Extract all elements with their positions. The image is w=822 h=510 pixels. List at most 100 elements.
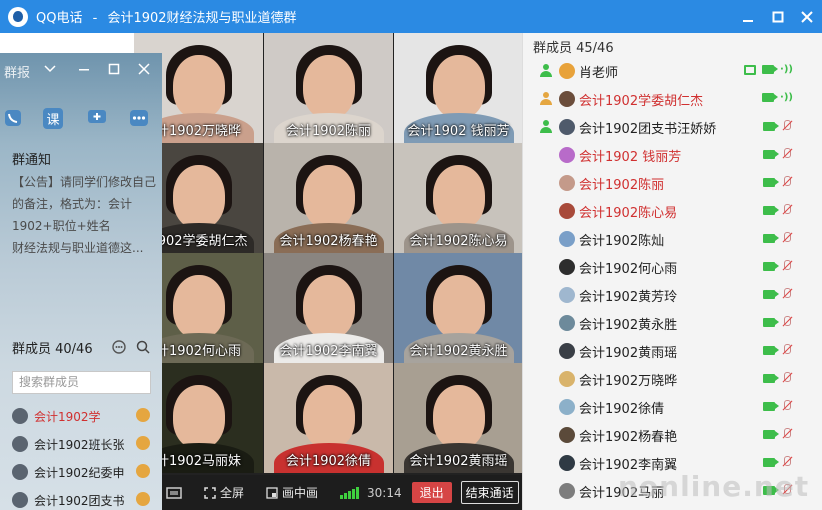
panel-maximize-icon[interactable] xyxy=(108,63,120,78)
participant-face xyxy=(302,385,355,449)
chevron-down-icon[interactable] xyxy=(44,63,56,77)
mic-muted-icon xyxy=(781,176,793,188)
camera-on-icon xyxy=(763,149,779,159)
picture-in-picture-button[interactable]: 画中画 xyxy=(266,484,318,501)
video-tile[interactable]: 会计1902黄永胜 xyxy=(394,253,523,363)
avatar xyxy=(559,399,575,415)
avatar xyxy=(559,315,575,331)
video-tile[interactable]: 会计1902陈心易 xyxy=(394,143,523,253)
member-row[interactable]: 会计1902万晓晔 xyxy=(523,365,822,393)
video-tile[interactable]: 会计1902黄雨瑶 xyxy=(394,363,523,473)
fullscreen-label: 全屏 xyxy=(220,486,245,500)
panel-minimize-icon[interactable] xyxy=(78,63,90,78)
group-notice-body[interactable]: 【公告】请同学们修改自己 的备注，格式为：会计 1902+职位+姓名 财经法规与… xyxy=(12,171,158,259)
group-info-panel: 群报 课 群通知 【公告】请同学们修改自己 的备注，格式为：会计 1902+职位… xyxy=(0,53,162,510)
notice-line: 1902+职位+姓名 xyxy=(12,219,111,233)
member-row[interactable]: 会计1902徐倩 xyxy=(523,393,822,421)
end-call-button[interactable]: 结束通话 xyxy=(460,481,519,504)
avatar xyxy=(559,147,575,163)
pip-label: 画中画 xyxy=(282,486,319,500)
panel-close-icon[interactable] xyxy=(138,63,150,78)
member-role-icon xyxy=(539,92,553,106)
member-row[interactable]: 会计1902陈心易 xyxy=(523,197,822,225)
close-icon[interactable] xyxy=(789,0,822,33)
member-name: 会计1902陈心易 xyxy=(579,205,678,221)
member-row[interactable]: 会计1902黄雨瑶 xyxy=(523,337,822,365)
member-row[interactable]: 会计1902陈丽 xyxy=(523,169,822,197)
mic-muted-icon xyxy=(781,120,793,132)
notice-line: 的备注，格式为：会计 xyxy=(12,197,133,211)
video-tile[interactable]: 会计1902陈丽 xyxy=(264,33,393,143)
participant-face xyxy=(172,165,225,229)
camera-on-icon xyxy=(763,317,779,327)
camera-on-icon xyxy=(763,289,779,299)
member-list-panel: 群成员 45/46 肖老师 ·)) 会计1902学委胡仁杰 ·)) 会计1902团支书汪… xyxy=(522,33,822,510)
call-control-bar: 全屏 画中画 30:14 退出 结束通话 xyxy=(162,475,522,510)
member-row[interactable]: 会计1902杨春艳 xyxy=(523,421,822,449)
camera-on-icon xyxy=(763,373,779,383)
member-name: 会计1902陈丽 xyxy=(579,177,665,193)
member-row[interactable]: 会计1902陈灿 xyxy=(523,225,822,253)
exit-button[interactable]: 退出 xyxy=(411,482,452,503)
fullscreen-icon xyxy=(204,486,216,499)
mic-muted-icon xyxy=(781,400,793,412)
list-item[interactable]: 会计1902学 xyxy=(12,405,158,427)
group-members-count: 群成员 40/46 xyxy=(12,342,93,357)
fullscreen-button[interactable]: 全屏 xyxy=(204,484,244,501)
participant-name: 会计1902陈丽 xyxy=(285,124,372,139)
member-row[interactable]: 会计1902何心雨 xyxy=(523,253,822,281)
mic-muted-icon xyxy=(781,148,793,160)
video-tile[interactable]: 会计1902杨春艳 xyxy=(264,143,393,253)
video-tile[interactable]: 会计1902徐倩 xyxy=(264,363,393,473)
list-item[interactable]: 会计1902纪委申 xyxy=(12,461,158,483)
member-status-icons: ·)) xyxy=(744,64,793,75)
settings-icon[interactable] xyxy=(112,340,126,357)
video-tile[interactable]: 会计1902 钱丽芳 xyxy=(394,33,523,143)
video-tile[interactable]: 会计1902李南翼 xyxy=(264,253,393,363)
participant-name: 会计1902徐倩 xyxy=(285,454,372,469)
mic-muted-icon xyxy=(781,288,793,300)
list-item[interactable]: 会计1902班长张 xyxy=(12,433,158,455)
member-status-icons xyxy=(763,344,793,356)
phone-icon[interactable] xyxy=(0,105,26,131)
member-status-icons xyxy=(763,316,793,328)
watermark: nonline.net xyxy=(618,470,810,503)
member-row[interactable]: 会计1902团支书汪娇娇 xyxy=(523,113,822,141)
member-search-input[interactable]: 搜索群成员 xyxy=(12,371,151,394)
class-button[interactable]: 课 xyxy=(40,105,66,131)
pip-icon xyxy=(266,486,278,499)
camera-on-icon xyxy=(763,457,779,467)
member-name: 会计1902徐倩 xyxy=(579,401,665,417)
avatar xyxy=(559,63,575,79)
video-grid: 计1902万晓晔 会计1902陈丽 会计1902 钱丽芳 1902学委胡仁杰 会计190… xyxy=(134,33,523,475)
member-row[interactable]: 会计1902 钱丽芳 xyxy=(523,141,822,169)
group-name: 会计1902财经法规与职业道德群 xyxy=(107,11,297,26)
camera-on-icon xyxy=(763,205,779,215)
search-icon[interactable] xyxy=(136,340,150,357)
member-name: 会计1902纪委申 xyxy=(34,465,125,480)
title-bar: QQ电话 - 会计1902财经法规与职业道德群 xyxy=(0,0,822,33)
member-row[interactable]: 会计1902黄芳玲 xyxy=(523,281,822,309)
camera-on-icon xyxy=(763,429,779,439)
member-row[interactable]: 会计1902黄永胜 xyxy=(523,309,822,337)
avatar xyxy=(559,203,575,219)
member-role-icon xyxy=(136,492,150,506)
member-role-icon xyxy=(539,64,553,78)
member-status-icons xyxy=(763,400,793,412)
camera-switch-button[interactable] xyxy=(166,486,182,500)
member-name: 会计1902黄雨瑶 xyxy=(579,345,678,361)
member-name: 会计1902学委胡仁杰 xyxy=(579,93,704,109)
call-duration: 30:14 xyxy=(367,485,402,500)
call-status: 30:14 xyxy=(340,486,402,500)
member-row[interactable]: 肖老师 ·)) xyxy=(523,57,822,85)
member-name: 会计1902黄永胜 xyxy=(579,317,678,333)
member-row[interactable]: 会计1902学委胡仁杰 ·)) xyxy=(523,85,822,113)
chat-icon[interactable] xyxy=(84,105,110,131)
notice-line: 财经法规与职业道德这... xyxy=(12,241,144,255)
member-name: 会计1902杨春艳 xyxy=(579,429,678,445)
avatar xyxy=(559,259,575,275)
list-item[interactable]: 会计1902团支书 xyxy=(12,489,158,510)
participant-name: 会计1902黄永胜 xyxy=(409,344,508,359)
participant-face xyxy=(432,55,485,119)
more-icon[interactable] xyxy=(126,105,152,131)
